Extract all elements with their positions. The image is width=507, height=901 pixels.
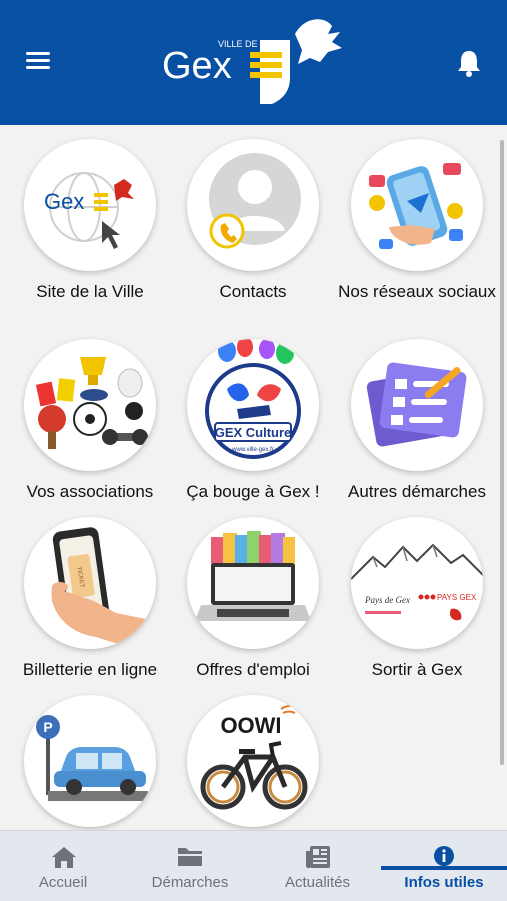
tab-demarches[interactable]: Démarches <box>126 831 254 901</box>
svg-text:P: P <box>43 719 52 735</box>
tile-label: Site de la Ville <box>36 282 144 301</box>
tile-vos-associations[interactable]: Vos associations <box>7 339 173 503</box>
website-globe-icon: Gex <box>24 139 156 271</box>
folder-icon <box>178 848 202 866</box>
tile-contacts[interactable]: Contacts <box>170 139 336 303</box>
tile-label: Ça bouge à Gex ! <box>186 482 320 501</box>
tile-site-de-la-ville[interactable]: Gex Site de la Ville <box>7 139 173 303</box>
phone-ticket-icon: TICKET <box>24 517 156 649</box>
tab-accueil[interactable]: Accueil <box>0 831 126 901</box>
parking-car-icon: P <box>24 695 156 827</box>
svg-text:www.ville-gex.fr: www.ville-gex.fr <box>231 447 274 453</box>
svg-text:Gex: Gex <box>44 189 84 214</box>
sports-equipment-icon <box>24 339 156 471</box>
mountains-tourism-icon: Pays de Gex PAYS GEX <box>351 517 483 649</box>
svg-text:Gex: Gex <box>162 45 232 87</box>
tab-actualites[interactable]: Actualités <box>254 831 381 901</box>
tile-label: Offres d'emploi <box>196 660 310 679</box>
app-header: VILLE DE Gex <box>0 0 507 125</box>
tile-label: Contacts <box>219 282 287 301</box>
social-network-phone-icon <box>351 139 483 271</box>
tile-billetterie-en-ligne[interactable]: TICKET Billetterie en ligne <box>7 517 173 681</box>
active-tab-indicator <box>381 866 507 870</box>
home-icon <box>52 847 76 868</box>
tile-parking[interactable]: P <box>7 695 173 830</box>
tile-reseaux-sociaux[interactable]: Nos réseaux sociaux <box>334 139 500 303</box>
tile-sortir-a-gex[interactable]: Pays de Gex PAYS GEX Sortir à Gex <box>334 517 500 681</box>
scrollbar[interactable] <box>500 140 504 765</box>
tile-label: Nos réseaux sociaux <box>338 282 496 301</box>
tile-oowi[interactable]: OOWI <box>170 695 336 830</box>
tile-label: Vos associations <box>26 482 154 501</box>
tile-label: Sortir à Gex <box>371 660 463 679</box>
tile-label: Billetterie en ligne <box>22 660 158 679</box>
tiles-grid: Gex Site de la Ville Contacts Nos réseau… <box>0 125 507 830</box>
newspaper-icon <box>306 846 330 868</box>
oowi-bike-icon: OOWI <box>187 695 319 827</box>
gex-logo: VILLE DE Gex <box>162 19 342 104</box>
tile-ca-bouge-a-gex[interactable]: GEX Culture www.ville-gex.fr Ça bouge à … <box>170 339 336 503</box>
svg-text:Pays de Gex: Pays de Gex <box>364 595 410 605</box>
contact-person-icon <box>187 139 319 271</box>
bell-icon[interactable] <box>455 48 483 78</box>
checklist-document-icon <box>351 339 483 471</box>
laptop-job-offers-icon <box>187 517 319 649</box>
tab-label: Infos utiles <box>404 874 484 891</box>
hamburger-menu-icon[interactable] <box>26 52 50 74</box>
tab-label: Actualités <box>284 874 351 891</box>
tile-autres-demarches[interactable]: Autres démarches <box>334 339 500 503</box>
info-icon <box>434 846 454 866</box>
gex-culture-badge-icon: GEX Culture www.ville-gex.fr <box>187 339 319 471</box>
svg-text:OOWI: OOWI <box>220 713 281 738</box>
tile-label: Autres démarches <box>348 482 486 501</box>
tab-label: Démarches <box>151 874 229 891</box>
svg-text:GEX Culture: GEX Culture <box>215 425 292 440</box>
svg-text:PAYS GEX: PAYS GEX <box>437 593 477 602</box>
tab-label: Accueil <box>38 874 88 891</box>
tile-offres-d-emploi[interactable]: Offres d'emploi <box>170 517 336 681</box>
